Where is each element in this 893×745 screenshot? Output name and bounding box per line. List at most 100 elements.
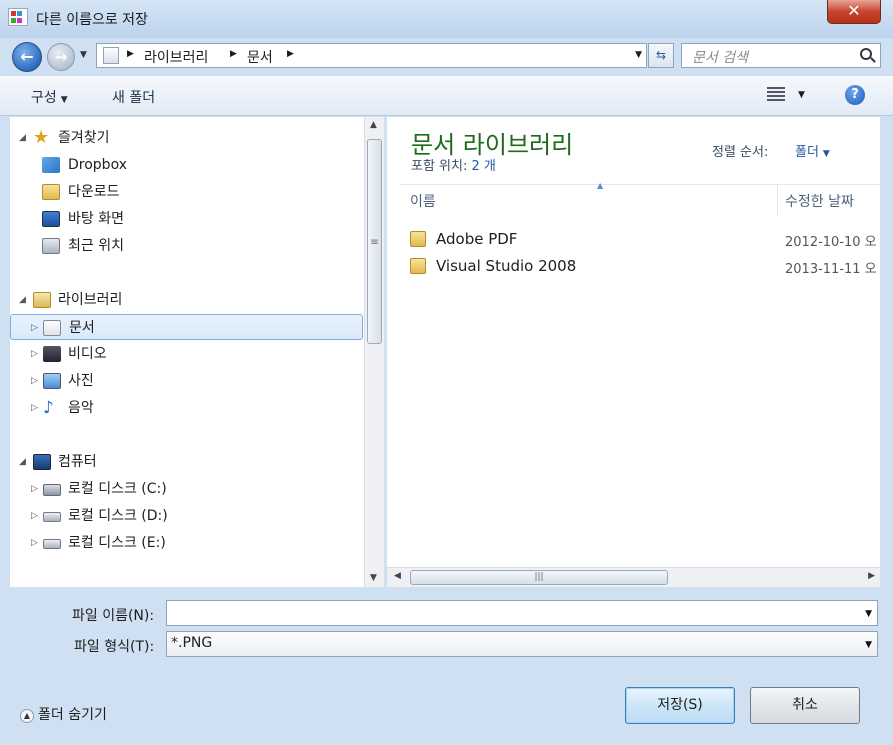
list-item[interactable]: Adobe PDF 2012-10-10 오 [400, 226, 880, 252]
list-item[interactable]: Visual Studio 2008 2013-11-11 오 [400, 253, 880, 279]
tree-item-label: 문서 [69, 320, 95, 336]
address-bar[interactable]: ▶ 라이브러리 ▶ 문서 ▶ ▼ [96, 43, 647, 68]
library-includes: 포함 위치: 2 개 [411, 155, 496, 174]
expand-arrow-icon[interactable]: ▷ [31, 530, 38, 556]
desktop-icon [42, 211, 60, 227]
view-dropdown-icon[interactable]: ▼ [798, 90, 805, 100]
downloads-icon [42, 184, 60, 200]
tree-item-label: 로컬 디스크 (D:) [68, 508, 168, 524]
close-button[interactable]: ✕ [827, 0, 881, 24]
music-icon: ♪ [43, 398, 54, 418]
includes-link[interactable]: 2 개 [472, 159, 496, 174]
refresh-button[interactable]: ⇆ [648, 43, 674, 68]
tree-item-music[interactable]: ▷ ♪ 음악 [30, 395, 330, 421]
title-bar: 다른 이름으로 저장 ✕ [0, 0, 893, 38]
breadcrumb-arrow-icon[interactable]: ▶ [230, 49, 237, 59]
tree-item-videos[interactable]: ▷ 비디오 [30, 341, 330, 367]
videos-icon [43, 346, 61, 362]
file-date: 2013-11-11 오 [785, 262, 877, 277]
column-header-date[interactable]: 수정한 날짜 [785, 191, 854, 211]
filename-label: 파일 이름(N): [72, 608, 155, 624]
collapse-arrow-icon[interactable]: ◢ [19, 449, 26, 475]
column-divider[interactable] [777, 185, 778, 215]
scroll-left-icon[interactable]: ◀ [394, 571, 401, 581]
tree-item-desktop[interactable]: 바탕 화면 [42, 206, 342, 232]
pictures-icon [43, 373, 61, 389]
tree-item-dropbox[interactable]: Dropbox [42, 152, 342, 178]
file-list-scrollbar[interactable]: ◀ ||| ▶ [387, 567, 880, 587]
expand-arrow-icon[interactable]: ▷ [31, 503, 38, 529]
filename-field[interactable]: ▼ [166, 600, 878, 626]
navigation-pane: ◢ ★ 즐겨찾기 Dropbox 다운로드 바탕 화면 최근 위치 ◢ 라이브러… [10, 117, 364, 587]
chevron-down-icon[interactable]: ▼ [865, 640, 872, 650]
column-header-name[interactable]: 이름 [410, 191, 436, 211]
search-placeholder: 문서 검색 [692, 50, 748, 66]
tree-item-drive-e[interactable]: ▷ 로컬 디스크 (E:) [30, 530, 330, 556]
file-name: Visual Studio 2008 [436, 257, 577, 275]
tree-libraries-label: 라이브러리 [58, 292, 123, 308]
collapse-arrow-icon[interactable]: ◢ [19, 287, 26, 313]
navigation-scrollbar[interactable]: ▲ ≡ ▼ [364, 117, 384, 587]
drive-icon [43, 539, 61, 549]
hide-folders-button[interactable]: ▲ 폴더 숨기기 [20, 704, 107, 724]
breadcrumb-documents[interactable]: 문서 [247, 47, 273, 67]
libraries-icon [33, 292, 51, 308]
drive-icon [43, 512, 61, 522]
address-dropdown-icon[interactable]: ▼ [635, 50, 642, 60]
tree-item-label: 비디오 [68, 346, 107, 362]
expand-arrow-icon[interactable]: ▷ [31, 341, 38, 367]
collapse-arrow-icon[interactable]: ◢ [19, 125, 26, 151]
tree-item-drive-d[interactable]: ▷ 로컬 디스크 (D:) [30, 503, 330, 529]
breadcrumb-arrow-icon[interactable]: ▶ [287, 49, 294, 59]
scrollbar-thumb[interactable]: ||| [410, 570, 668, 585]
scroll-right-icon[interactable]: ▶ [868, 571, 875, 581]
breadcrumb-arrow-icon[interactable]: ▶ [127, 49, 134, 59]
app-icon [8, 8, 28, 26]
expand-arrow-icon[interactable]: ▷ [31, 395, 38, 421]
help-icon[interactable]: ? [845, 85, 865, 105]
search-input[interactable]: 문서 검색 [681, 43, 881, 68]
expand-arrow-icon[interactable]: ▷ [31, 315, 38, 341]
sort-dropdown[interactable]: 폴더 ▼ [795, 141, 830, 160]
save-button[interactable]: 저장(S) [625, 687, 735, 724]
sort-value: 폴더 [795, 145, 819, 160]
tree-item-recent-places[interactable]: 최근 위치 [42, 233, 342, 259]
back-button[interactable]: ← [12, 42, 42, 72]
tree-item-drive-c[interactable]: ▷ 로컬 디스크 (C:) [30, 476, 330, 502]
tree-libraries[interactable]: ◢ 라이브러리 [16, 287, 316, 313]
breadcrumb-libraries[interactable]: 라이브러리 [144, 47, 208, 67]
tree-item-label: 최근 위치 [68, 238, 124, 254]
tree-item-downloads[interactable]: 다운로드 [42, 179, 342, 205]
tree-item-label: 로컬 디스크 (C:) [68, 481, 167, 497]
star-icon: ★ [33, 127, 50, 148]
tree-item-label: 다운로드 [68, 184, 120, 200]
history-dropdown-icon[interactable]: ▼ [80, 50, 87, 60]
tree-favorites[interactable]: ◢ ★ 즐겨찾기 [16, 125, 316, 151]
search-icon[interactable] [860, 48, 872, 60]
scroll-down-icon[interactable]: ▼ [370, 573, 377, 583]
scroll-up-icon[interactable]: ▲ [370, 120, 377, 130]
computer-icon [33, 454, 51, 470]
expand-arrow-icon[interactable]: ▷ [31, 476, 38, 502]
view-options-icon[interactable] [767, 87, 785, 103]
filetype-label: 파일 형식(T): [74, 639, 155, 655]
organize-button[interactable]: 구성 ▼ [31, 87, 68, 107]
filetype-select[interactable]: *.PNG ▼ [166, 631, 878, 657]
chevron-down-icon[interactable]: ▼ [865, 609, 872, 619]
organize-label: 구성 [31, 90, 57, 106]
tree-item-documents[interactable]: ▷ 문서 [10, 314, 363, 340]
tree-computer[interactable]: ◢ 컴퓨터 [16, 449, 316, 475]
tree-item-pictures[interactable]: ▷ 사진 [30, 368, 330, 394]
scrollbar-thumb[interactable]: ≡ [367, 139, 382, 344]
window-title: 다른 이름으로 저장 [36, 12, 148, 28]
cancel-button[interactable]: 취소 [750, 687, 860, 724]
expand-arrow-icon[interactable]: ▷ [31, 368, 38, 394]
forward-button[interactable]: → [47, 43, 75, 71]
library-icon [103, 47, 119, 64]
tree-favorites-label: 즐겨찾기 [58, 130, 110, 146]
new-folder-button[interactable]: 새 폴더 [112, 87, 155, 107]
tree-item-label: 로컬 디스크 (E:) [68, 535, 166, 551]
drive-c-icon [43, 484, 61, 496]
tree-item-label: 음악 [68, 400, 94, 416]
collapse-icon: ▲ [20, 709, 34, 723]
